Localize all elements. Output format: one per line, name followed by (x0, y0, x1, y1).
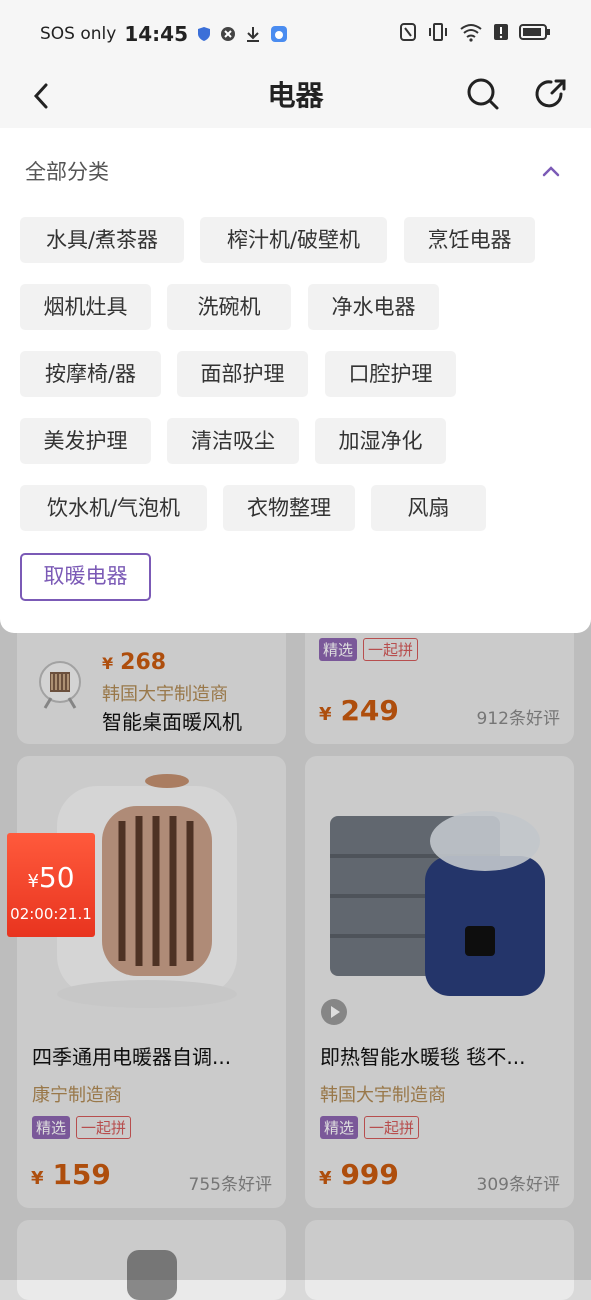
category-chip[interactable]: 榨汁机/破壁机 (200, 217, 387, 263)
category-chip-selected[interactable]: 取暖电器 (20, 553, 151, 601)
search-button[interactable] (463, 74, 503, 114)
discount-countdown-badge: ¥50 02:00:21.1 (7, 833, 95, 937)
status-bar: SOS only 14:45 (0, 0, 591, 64)
category-chip[interactable]: 饮水机/气泡机 (20, 485, 207, 531)
category-chip[interactable]: 净水电器 (308, 284, 439, 330)
share-icon (535, 79, 566, 108)
blocked-icon (221, 27, 235, 41)
category-chip[interactable]: 烟机灶具 (20, 284, 151, 330)
status-left: SOS only 14:45 (40, 22, 288, 46)
app-notification-icon (271, 26, 287, 42)
clock: 14:45 (124, 22, 188, 46)
category-chip[interactable]: 风扇 (371, 485, 486, 531)
badge-symbol: ¥ (27, 871, 39, 892)
category-chip[interactable]: 加湿净化 (315, 418, 446, 464)
wifi-icon (460, 24, 482, 42)
category-chip[interactable]: 口腔护理 (325, 351, 456, 397)
panel-title: 全部分类 (25, 160, 109, 184)
category-chip[interactable]: 衣物整理 (223, 485, 355, 531)
category-panel: 全部分类 水具/煮茶器 榨汁机/破壁机 烹饪电器 烟机灶具 洗碗机 净水电器 按… (0, 128, 591, 633)
category-chip[interactable]: 水具/煮茶器 (20, 217, 184, 263)
badge-value: 50 (38, 861, 75, 894)
download-icon (247, 27, 259, 42)
category-chip[interactable]: 烹饪电器 (404, 217, 535, 263)
category-chip[interactable]: 按摩椅/器 (20, 351, 161, 397)
category-chip[interactable]: 面部护理 (177, 351, 308, 397)
badge-timer: 02:00:21.1 (10, 905, 92, 923)
category-chip[interactable]: 洗碗机 (167, 284, 291, 330)
top-nav: 电器 (0, 64, 591, 128)
chevron-up-icon[interactable] (539, 160, 563, 184)
category-chip[interactable]: 美发护理 (20, 418, 151, 464)
vibrate-icon (429, 23, 447, 41)
shield-icon (198, 27, 210, 41)
carrier-label: SOS only (40, 24, 117, 44)
status-right (399, 22, 551, 42)
category-chip[interactable]: 清洁吸尘 (167, 418, 299, 464)
alert-icon (494, 24, 508, 40)
share-button[interactable] (531, 74, 571, 114)
search-icon (467, 78, 499, 110)
battery-icon (519, 24, 550, 40)
nfc-icon (400, 23, 416, 41)
